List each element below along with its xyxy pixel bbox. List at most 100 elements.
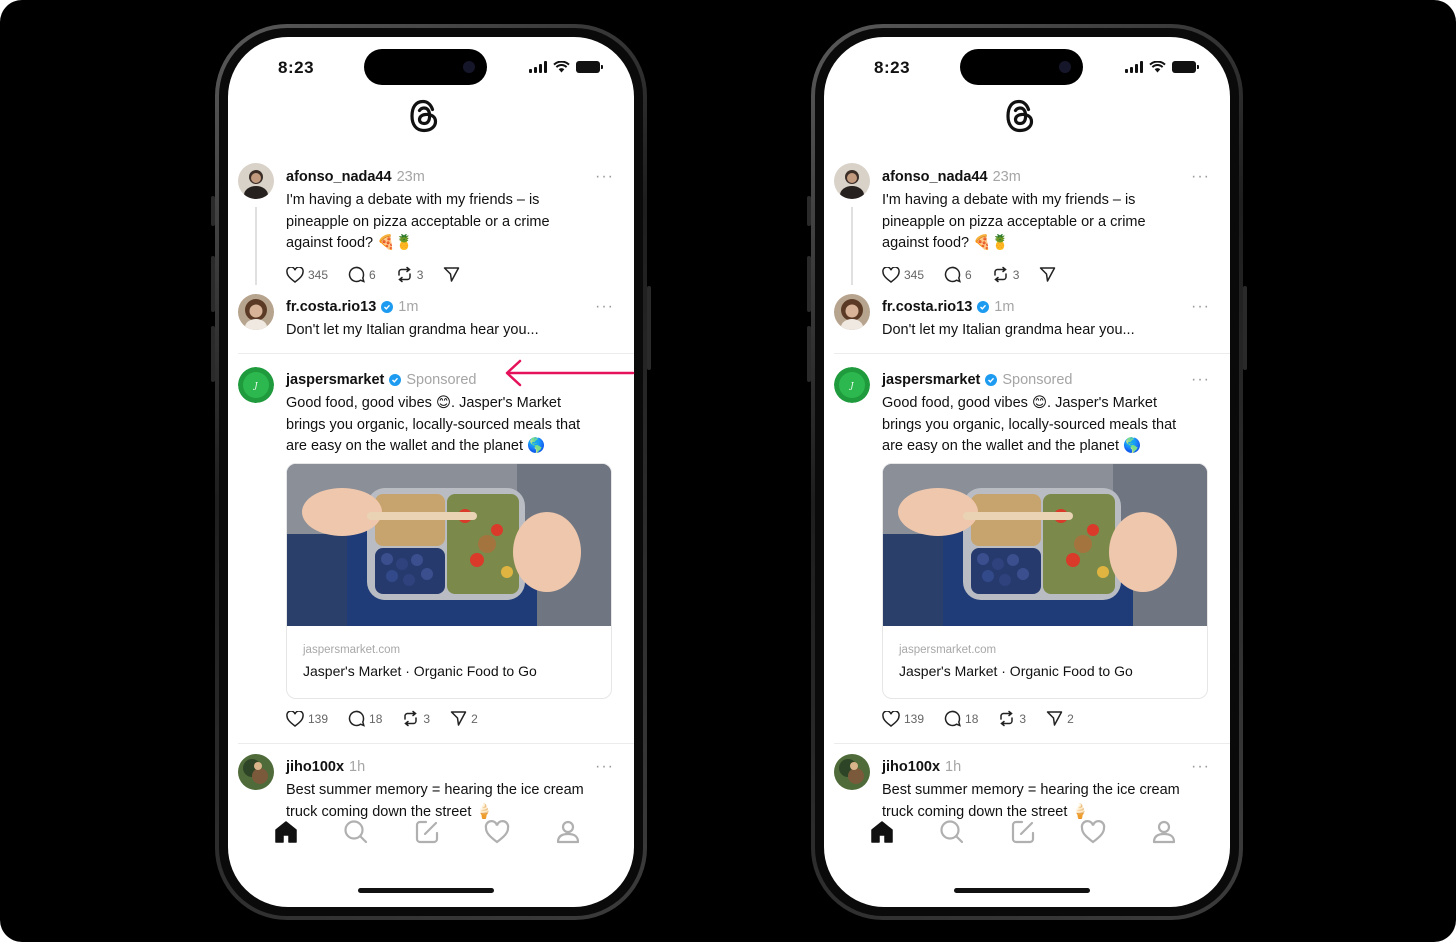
dynamic-island [960, 49, 1083, 85]
home-icon[interactable] [867, 817, 897, 847]
reply-button[interactable]: 6 [944, 266, 972, 283]
send-icon [1040, 267, 1056, 282]
heart-icon[interactable] [1078, 817, 1108, 847]
more-options-icon[interactable]: ··· [1191, 759, 1210, 775]
send-icon [1046, 711, 1063, 726]
verified-badge-icon [389, 374, 402, 386]
avatar[interactable]: J [834, 367, 870, 403]
reply-button[interactable]: 18 [348, 710, 382, 727]
home-indicator [358, 888, 494, 893]
status-icons [1125, 61, 1199, 73]
heart-icon[interactable] [482, 817, 512, 847]
post-text: I'm having a debate with my friends – is… [286, 192, 550, 251]
share-button[interactable]: 2 [1046, 710, 1074, 727]
avatar[interactable] [834, 754, 870, 790]
post-author[interactable]: jaspersmarket Sponsored [286, 372, 476, 388]
heart-icon [882, 710, 900, 727]
screen: 8:23 afonso_nada44 23m ··· I'm having a … [824, 37, 1230, 907]
post-actions: 139 18 3 2 [882, 710, 1074, 727]
verified-badge-icon [985, 374, 998, 386]
post-author[interactable]: jiho100x 1h [286, 759, 365, 775]
post-text: Don't let my Italian grandma hear you... [882, 322, 1135, 338]
annotation-arrow-icon [505, 359, 635, 387]
post-text: Good food, good vibes 😊. Jasper's Market… [286, 395, 581, 454]
threads-logo-icon[interactable] [1003, 97, 1037, 135]
send-icon [450, 711, 467, 726]
compose-icon[interactable] [1008, 817, 1038, 847]
screen: 8:23 afonso_nada44 23m ··· I'm having a … [228, 37, 634, 907]
wifi-icon [553, 61, 570, 73]
ad-link-card[interactable]: jaspersmarket.com Jasper's Market · Orga… [286, 463, 612, 699]
comment-icon [348, 710, 365, 727]
avatar[interactable] [238, 754, 274, 790]
profile-icon[interactable] [553, 817, 583, 847]
phone-right: 8:23 afonso_nada44 23m ··· I'm having a … [807, 24, 1247, 920]
ad-image [883, 464, 1207, 626]
link-domain: jaspersmarket.com [899, 644, 997, 656]
ad-link-card[interactable]: jaspersmarket.com Jasper's Market · Orga… [882, 463, 1208, 699]
avatar[interactable] [834, 294, 870, 330]
more-options-icon[interactable]: ··· [595, 169, 614, 185]
like-button[interactable]: 345 [882, 266, 924, 283]
avatar[interactable]: J [238, 367, 274, 403]
threads-logo-icon[interactable] [407, 97, 441, 135]
comment-icon [944, 266, 961, 283]
post-actions: 345 6 3 [882, 266, 1056, 283]
post-text: I'm having a debate with my friends – is… [882, 192, 1146, 251]
more-options-icon[interactable]: ··· [1191, 169, 1210, 185]
share-button[interactable] [1039, 266, 1056, 283]
status-time: 8:23 [874, 58, 911, 77]
repost-icon [397, 266, 411, 283]
heart-icon [286, 710, 304, 727]
dynamic-island [364, 49, 487, 85]
verified-badge-icon [381, 301, 394, 313]
wifi-icon [1149, 61, 1166, 73]
more-options-icon[interactable]: ··· [595, 759, 614, 775]
post-author[interactable]: jaspersmarket Sponsored [882, 372, 1072, 388]
profile-icon[interactable] [1149, 817, 1179, 847]
more-options-icon[interactable]: ··· [1191, 299, 1210, 315]
avatar[interactable] [238, 294, 274, 330]
like-button[interactable]: 139 [286, 710, 328, 727]
post-author[interactable]: fr.costa.rio13 1m [286, 299, 418, 315]
phone-left: 8:23 afonso_nada44 23m ··· I'm having a … [211, 24, 651, 920]
share-button[interactable]: 2 [450, 710, 478, 727]
ad-image [287, 464, 611, 626]
repost-button[interactable]: 3 [992, 266, 1019, 283]
post-text: Good food, good vibes 😊. Jasper's Market… [882, 395, 1177, 454]
repost-button[interactable]: 3 [402, 710, 430, 727]
repost-icon [1000, 710, 1014, 727]
repost-icon [993, 266, 1007, 283]
reply-button[interactable]: 6 [348, 266, 376, 283]
home-indicator [954, 888, 1090, 893]
repost-button[interactable]: 3 [998, 710, 1026, 727]
like-button[interactable]: 345 [286, 266, 328, 283]
more-options-icon[interactable]: ··· [595, 299, 614, 315]
post-author[interactable]: afonso_nada44 23m [882, 169, 1021, 185]
comment-icon [944, 710, 961, 727]
link-title[interactable]: Jasper's Market · Organic Food to Go [303, 663, 537, 679]
post-author[interactable]: afonso_nada44 23m [286, 169, 425, 185]
search-icon[interactable] [341, 817, 371, 847]
cellular-signal-icon [1125, 61, 1143, 73]
home-icon[interactable] [271, 817, 301, 847]
repost-button[interactable]: 3 [396, 266, 423, 283]
avatar[interactable] [834, 163, 870, 199]
status-icons [529, 61, 603, 73]
avatar[interactable] [238, 163, 274, 199]
search-icon[interactable] [937, 817, 967, 847]
cellular-signal-icon [529, 61, 547, 73]
compose-icon[interactable] [412, 817, 442, 847]
repost-icon [404, 710, 418, 727]
post-actions: 139 18 3 2 [286, 710, 478, 727]
link-title[interactable]: Jasper's Market · Organic Food to Go [899, 663, 1133, 679]
sponsored-label: Sponsored [406, 372, 477, 388]
post-author[interactable]: fr.costa.rio13 1m [882, 299, 1014, 315]
post-author[interactable]: jiho100x 1h [882, 759, 961, 775]
more-options-icon[interactable]: ··· [1191, 372, 1210, 388]
reply-button[interactable]: 18 [944, 710, 978, 727]
bottom-tab-bar [228, 817, 634, 857]
like-button[interactable]: 139 [882, 710, 924, 727]
share-button[interactable] [443, 266, 460, 283]
verified-badge-icon [977, 301, 990, 313]
